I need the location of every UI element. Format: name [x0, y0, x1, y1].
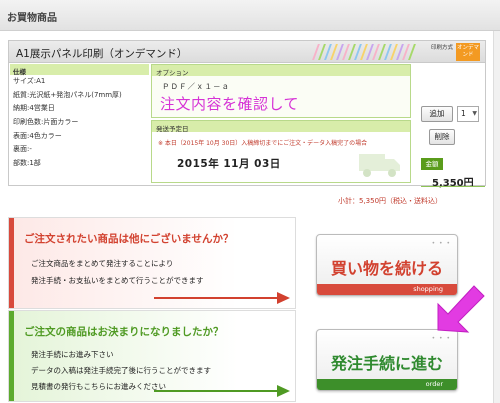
amount-underline [421, 186, 485, 187]
spec-row: 印刷色数:片面カラー [13, 118, 79, 127]
on-demand-badge: オンデマンド [456, 43, 480, 61]
page-header: お買物商品 [0, 0, 500, 31]
scrollbar[interactable] [493, 31, 500, 403]
continue-panel-line: ご注文商品をまとめて発注することにより [31, 259, 174, 268]
chevron-down-icon: ▼ [472, 110, 477, 117]
proceed-to-order-sub: order [317, 379, 457, 390]
truck-icon [359, 154, 400, 177]
spec-row: 納期:4営業日 [13, 104, 55, 113]
decided-panel-line: 発注手続にお進み下さい [31, 350, 114, 359]
shipping-date: 2015年 11月 03日 [177, 158, 281, 170]
continue-shopping-label: 買い物を続ける [330, 259, 443, 278]
option-value: ＰＤＦ／ｘ１－ａ [162, 82, 230, 91]
delete-button[interactable]: 削除 [429, 129, 455, 145]
proceed-to-order-label: 発注手続に進む [330, 354, 443, 373]
decided-panel-line: 見積書の発行もこちらにお進みください [31, 382, 166, 391]
shipping-note: ※ 本日（2015年 10月 30日）入稿締切までにご注文・データ入稿完了の場合 [158, 140, 368, 147]
decided-panel-title: ご注文の商品はお決まりになりましたか？ [24, 326, 224, 338]
amount-label: 金額 [421, 158, 443, 170]
decided-panel-line: データの入稿は発注手続完了後に行うことができます [31, 366, 211, 375]
quantity-value: 1 [461, 109, 466, 118]
continue-shopping-panel: ご注文されたい商品は他にございませんか？ ご注文商品をまとめて発注することにより… [8, 217, 296, 309]
decorative-dots: • • • [431, 240, 451, 247]
shipping-panel: 発送予定日 ※ 本日（2015年 10月 30日）入稿締切までにご注文・データ入… [151, 120, 411, 183]
product-title: A1展示パネル印刷（オンデマンド） [16, 48, 188, 60]
specs-panel: 仕様 サイズ:A1 紙質:光沢紙+発泡パネル(7mm厚) 納期:4営業日 印刷色… [10, 64, 149, 185]
spec-row: 紙質:光沢紙+発泡パネル(7mm厚) [13, 90, 122, 99]
spec-row: 表面:4色カラー [13, 131, 62, 140]
arrow-right-icon [277, 292, 290, 304]
instruction-overlay-text: 注文内容を確認して [160, 95, 300, 113]
spec-row: サイズ:A1 [13, 77, 46, 85]
arrow-right-icon [277, 385, 290, 397]
continue-panel-line: 発注手続・お支払いをまとめて行うことができます [31, 276, 204, 285]
decorative-stripes [311, 41, 421, 63]
accent-bar [9, 311, 14, 401]
spec-row: 裏面:- [13, 145, 32, 154]
continue-panel-title: ご注文されたい商品は他にございませんか？ [24, 233, 234, 245]
options-header: オプション [152, 65, 410, 77]
page-title: お買物商品 [7, 13, 57, 24]
product-title-bar: A1展示パネル印刷（オンデマンド） 印刷方式 オンデマンド [9, 41, 485, 63]
pointer-arrow-icon [437, 285, 485, 333]
arrow-line [154, 390, 279, 392]
arrow-line [154, 297, 279, 299]
print-method-badge: 印刷方式 [431, 45, 454, 51]
subtotal: 小計：5,350円（税込・送料込） [338, 197, 443, 205]
order-decided-panel: ご注文の商品はお決まりになりましたか？ 発注手続にお進み下さい データの入稿は発… [8, 310, 296, 402]
specs-header: 仕様 [10, 64, 149, 76]
shipping-header: 発送予定日 [152, 121, 410, 133]
accent-bar [9, 218, 14, 308]
spec-row: 部数:1部 [13, 159, 41, 168]
quantity-select[interactable]: 1 ▼ [457, 106, 479, 122]
add-button[interactable]: 追加 [421, 106, 453, 122]
